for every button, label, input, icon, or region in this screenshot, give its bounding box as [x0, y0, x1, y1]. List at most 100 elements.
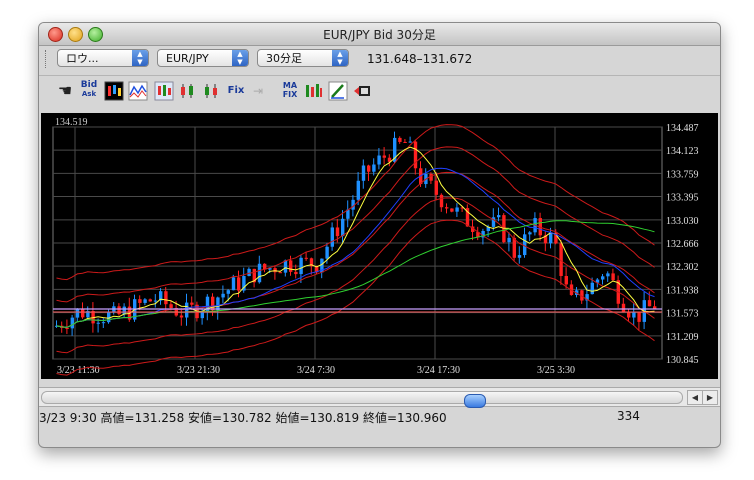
candle-body — [179, 315, 184, 318]
scroll-track[interactable] — [41, 391, 683, 408]
pencil-icon[interactable] — [328, 81, 348, 101]
y-tick-label: 131.573 — [666, 309, 699, 320]
arrow-icon[interactable]: ⇥ — [248, 81, 268, 101]
y-tick-label: 132.302 — [666, 262, 699, 273]
candle-body — [247, 268, 251, 276]
candle-body — [356, 180, 360, 200]
candle-body — [289, 260, 293, 272]
candle-body — [257, 263, 262, 283]
price-chart[interactable]: 134.487 134.123 133.759 133.395 133.030 132.6… — [41, 113, 718, 379]
candle-body — [221, 293, 225, 298]
export-icon[interactable] — [352, 81, 372, 101]
fix-icon[interactable]: Fix — [226, 81, 246, 101]
candle-body — [273, 268, 277, 273]
candle-body — [621, 303, 626, 312]
y-tick-label: 132.666 — [666, 239, 699, 250]
bar-count: 334 — [617, 409, 640, 423]
candle-body — [148, 299, 152, 302]
candle-body — [325, 246, 329, 259]
candle-body — [226, 290, 230, 294]
select-arrows-icon: ▲ ▼ — [232, 50, 248, 66]
candle-body — [398, 137, 402, 142]
ask-label: Ask — [81, 90, 97, 98]
hand-icon[interactable]: ☚ — [55, 81, 75, 101]
candle-body — [372, 164, 376, 172]
candle-body — [445, 207, 449, 209]
candle-body — [647, 300, 652, 307]
candle-body — [528, 232, 532, 235]
candle-body — [164, 291, 168, 305]
ohlc-readout: 3/23 9:30 高値=131.258 安値=130.782 始値=130.8… — [39, 411, 447, 425]
candle-body — [637, 312, 641, 322]
candle-body — [408, 141, 412, 143]
candle-body — [601, 276, 605, 280]
chart-style-value: ロウ... — [66, 52, 99, 65]
y-tick-label: 131.209 — [666, 332, 699, 343]
horizontal-scrollbar[interactable]: ◀ ▶ — [39, 387, 720, 408]
candle-body — [450, 208, 454, 212]
chart-style-select[interactable]: ロウ... ▲ ▼ — [57, 49, 149, 67]
chart-window: EUR/JPY Bid 30分足 ロウ... ▲ ▼ EUR/JPY ▲ ▼ 30分… — [38, 22, 721, 448]
x-tick-label: 3/23 21:30 — [177, 365, 220, 376]
ma-fix-icon[interactable]: MA FIX — [280, 81, 300, 101]
ma-mid-line — [56, 167, 655, 328]
timeframe-select[interactable]: 30分足 ▲ ▼ — [257, 49, 349, 67]
tools-toolbar: ☚ Bid Ask Fix ⇥ MA FIX — [39, 75, 720, 106]
candle-body — [517, 255, 522, 258]
x-tick-label: 3/25 3:30 — [537, 365, 575, 376]
candle-chart-icon[interactable] — [104, 81, 124, 101]
candle-b-icon[interactable] — [178, 81, 198, 101]
title-bar[interactable]: EUR/JPY Bid 30分足 — [39, 23, 720, 46]
select-arrows-icon: ▲ ▼ — [332, 50, 348, 66]
x-tick-label: 3/24 7:30 — [297, 365, 335, 376]
candle-body — [70, 317, 74, 329]
scroll-left-button[interactable]: ◀ — [687, 390, 703, 405]
candle-body — [367, 165, 371, 172]
bar-icon[interactable] — [304, 81, 324, 101]
y-tick-label: 130.845 — [666, 355, 699, 366]
line-chart-icon[interactable] — [128, 81, 148, 101]
y-tick-label: 133.759 — [666, 169, 699, 180]
candle-body — [169, 304, 173, 308]
candle-body — [304, 257, 308, 259]
ma-fix-label: FIX — [282, 90, 298, 99]
candle-body — [377, 155, 381, 165]
ma-label: MA — [282, 81, 298, 90]
candle-body — [382, 155, 386, 158]
candle-body — [361, 165, 366, 181]
candle-body — [96, 322, 100, 324]
pair-select[interactable]: EUR/JPY ▲ ▼ — [157, 49, 249, 67]
y-tick-label: 133.395 — [666, 193, 699, 204]
y-tick-label: 134.487 — [666, 123, 699, 134]
candle-body — [143, 299, 147, 303]
quote-range: 131.648–131.672 — [367, 52, 473, 66]
candle-body — [497, 215, 501, 218]
bid-ask-icon[interactable]: Bid Ask — [79, 81, 99, 101]
candle-body — [138, 299, 142, 303]
selector-toolbar: ロウ... ▲ ▼ EUR/JPY ▲ ▼ 30分足 ▲ ▼ 131.648–131.… — [39, 46, 720, 72]
candle-body — [523, 234, 527, 256]
candle-a-icon[interactable] — [154, 81, 174, 101]
candle-body — [65, 327, 69, 329]
x-tick-label: 3/24 17:30 — [417, 365, 460, 376]
y-tick-label: 131.938 — [666, 285, 699, 296]
bollinger-upper-2 — [56, 124, 655, 281]
candle-body — [439, 194, 444, 208]
candle-body — [341, 218, 345, 237]
candle-body — [632, 312, 636, 318]
y-tick-label: 134.123 — [666, 146, 699, 157]
candle-body — [606, 273, 610, 277]
y-tick-label: 133.030 — [666, 216, 699, 227]
window-title: EUR/JPY Bid 30分足 — [323, 28, 436, 42]
timeframe-value: 30分足 — [266, 52, 302, 65]
status-bar: 3/23 9:30 高値=131.258 安値=130.782 始値=130.8… — [39, 407, 720, 425]
chart-panel[interactable]: 134.487 134.123 133.759 133.395 133.030 132.6… — [41, 113, 718, 379]
candle-body — [627, 311, 631, 318]
candle-body — [413, 141, 418, 169]
candle-body — [153, 300, 158, 302]
candle-body — [278, 272, 282, 274]
scroll-thumb[interactable] — [464, 394, 486, 408]
select-arrows-icon: ▲ ▼ — [132, 50, 148, 66]
scroll-right-button[interactable]: ▶ — [702, 390, 718, 405]
candle-c-icon[interactable] — [202, 81, 222, 101]
